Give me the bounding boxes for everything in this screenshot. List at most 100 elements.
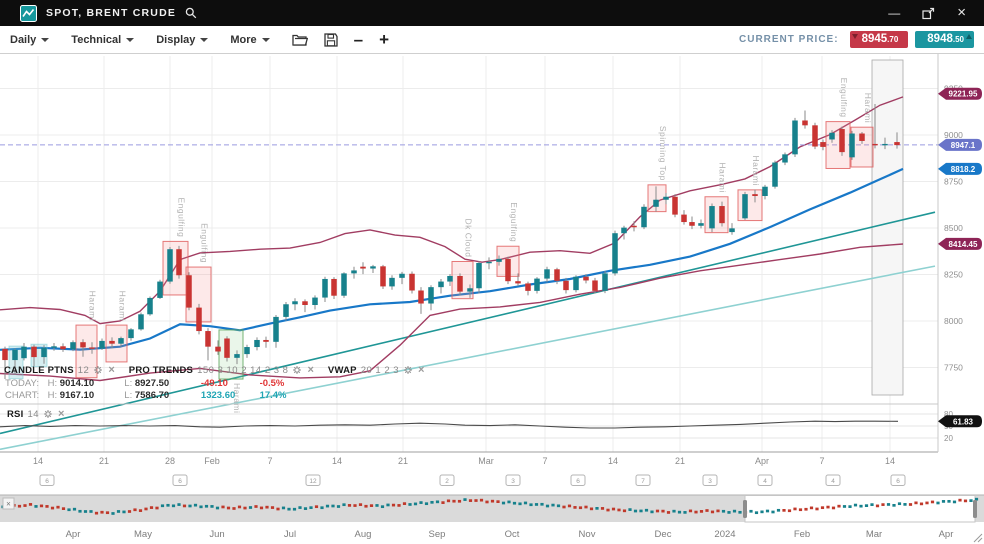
navigator-mini-candle bbox=[964, 500, 967, 503]
indicator-params: 12 bbox=[78, 365, 90, 376]
candle-body bbox=[360, 267, 366, 269]
pattern-label: Harami bbox=[751, 155, 761, 185]
menu-display[interactable]: Display bbox=[156, 34, 208, 46]
navigator-mini-candle bbox=[62, 507, 65, 510]
pattern-box-harami[interactable] bbox=[106, 325, 127, 362]
navigator-mini-candle bbox=[370, 504, 373, 507]
navigator-mini-candle bbox=[260, 507, 263, 510]
date-tick-label: 28 bbox=[165, 456, 175, 466]
indicator-candle-patterns[interactable]: CANDLE PTNS 12 × bbox=[4, 364, 115, 376]
navigator-mini-candle bbox=[238, 506, 241, 509]
chart-label: CHART: bbox=[5, 390, 45, 402]
navigator-mini-candle bbox=[634, 510, 637, 513]
navigator-mini-candle bbox=[832, 507, 835, 510]
candle-body bbox=[534, 279, 540, 291]
navigator-month-label: Apr bbox=[939, 529, 954, 540]
pattern-box-harami[interactable] bbox=[738, 190, 762, 221]
save-icon[interactable] bbox=[324, 33, 338, 47]
candle-body bbox=[812, 125, 818, 146]
navigator-mini-candle bbox=[221, 506, 224, 509]
open-folder-icon[interactable] bbox=[292, 33, 308, 46]
navigator-mini-candle bbox=[766, 510, 769, 513]
chart-canvas[interactable]: HaramiHaramiEngulfingEngulfingHaramiDk C… bbox=[0, 54, 984, 544]
navigator-mini-candle bbox=[485, 501, 488, 504]
search-icon[interactable] bbox=[185, 7, 197, 19]
zoom-out-button[interactable]: – bbox=[354, 32, 363, 48]
navigator-mini-candle bbox=[122, 511, 125, 514]
navigator-mini-candle bbox=[111, 512, 114, 515]
navigator-mini-candle bbox=[931, 501, 934, 504]
navigator-mini-candle bbox=[392, 504, 395, 507]
navigator-mini-candle bbox=[568, 505, 571, 508]
navigator-mini-candle bbox=[320, 506, 323, 509]
date-tick-label: 14 bbox=[33, 456, 43, 466]
navigator-mini-candle bbox=[95, 512, 98, 515]
menu-daily[interactable]: Daily bbox=[10, 34, 49, 46]
navigator-month-label: Dec bbox=[655, 529, 672, 540]
zoom-in-button[interactable]: + bbox=[379, 32, 389, 48]
gear-icon[interactable] bbox=[93, 365, 103, 375]
indicator-vwap[interactable]: VWAP 20 1 2 3 × bbox=[328, 364, 425, 376]
rsi-indicator-label[interactable]: RSI 14 × bbox=[7, 408, 64, 420]
candle-body bbox=[515, 281, 521, 283]
pattern-label: Dk Cloud bbox=[464, 219, 474, 258]
menu-more[interactable]: More bbox=[230, 34, 269, 46]
navigator-mini-candle bbox=[40, 505, 43, 508]
navigator-mini-candle bbox=[936, 502, 939, 505]
navigator-mini-candle bbox=[738, 511, 741, 514]
close-icon[interactable]: × bbox=[418, 364, 424, 376]
calendar-chip-count: 6 bbox=[896, 478, 900, 485]
navigator-mini-candle bbox=[870, 503, 873, 506]
navigator-handle-right[interactable] bbox=[973, 500, 977, 518]
close-icon[interactable]: × bbox=[307, 364, 313, 376]
candle-body bbox=[554, 269, 560, 281]
menu-technical[interactable]: Technical bbox=[71, 34, 134, 46]
close-icon[interactable]: × bbox=[108, 364, 114, 376]
gear-icon[interactable] bbox=[43, 409, 53, 419]
navigator-mini-candle bbox=[447, 499, 450, 502]
close-icon[interactable]: × bbox=[58, 408, 64, 420]
indicator-pro-trends[interactable]: PRO TRENDS 150 3 10 2 14 2 3 8 × bbox=[129, 364, 314, 376]
navigator-mini-candle bbox=[799, 508, 802, 511]
navigator-month-label: Nov bbox=[579, 529, 596, 540]
candle-body bbox=[283, 304, 289, 317]
navigator-mini-candle bbox=[551, 504, 554, 507]
navigator-mini-candle bbox=[425, 502, 428, 505]
date-tick-label: 7 bbox=[819, 456, 824, 466]
candle-body bbox=[70, 342, 76, 349]
navigator-mini-candle bbox=[480, 499, 483, 502]
candle-body bbox=[2, 349, 8, 360]
navigator-mini-candle bbox=[67, 508, 70, 511]
navigator-handle-left[interactable] bbox=[743, 500, 747, 518]
navigator-month-label: Jul bbox=[284, 529, 296, 540]
price-tick-label: 8250 bbox=[944, 270, 963, 280]
navigator-mini-candle bbox=[309, 506, 312, 509]
navigator-month-label: Oct bbox=[505, 529, 520, 540]
navigator-mini-candle bbox=[232, 507, 235, 510]
navigator-mini-candle bbox=[133, 508, 136, 511]
candle-body bbox=[234, 354, 240, 358]
navigator-mini-candle bbox=[920, 503, 923, 506]
navigator-mini-candle bbox=[304, 507, 307, 510]
minimize-button[interactable]: — bbox=[888, 8, 900, 18]
pattern-box-engulfing[interactable] bbox=[826, 122, 850, 169]
title-bar: SPOT, BRENT CRUDE — × bbox=[0, 0, 984, 26]
pattern-box-engulfing[interactable] bbox=[163, 241, 188, 295]
future-projection-zone bbox=[872, 60, 903, 395]
navigator-mini-candle bbox=[628, 508, 631, 511]
navigator-mini-candle bbox=[254, 505, 257, 508]
navigator-selection[interactable] bbox=[745, 496, 975, 523]
gear-icon[interactable] bbox=[403, 365, 413, 375]
navigator-mini-candle bbox=[892, 504, 895, 507]
navigator-mini-candle bbox=[326, 505, 329, 508]
navigator-mini-candle bbox=[216, 507, 219, 510]
close-button[interactable]: × bbox=[957, 8, 966, 18]
popout-window-icon[interactable] bbox=[922, 7, 935, 20]
resize-handle[interactable] bbox=[974, 534, 982, 542]
navigator-mini-candle bbox=[601, 507, 604, 510]
chevron-down-icon bbox=[41, 38, 49, 42]
candle-body bbox=[389, 278, 395, 287]
navigator-mini-candle bbox=[507, 501, 510, 504]
pattern-label: Engulfing bbox=[200, 223, 210, 263]
gear-icon[interactable] bbox=[292, 365, 302, 375]
